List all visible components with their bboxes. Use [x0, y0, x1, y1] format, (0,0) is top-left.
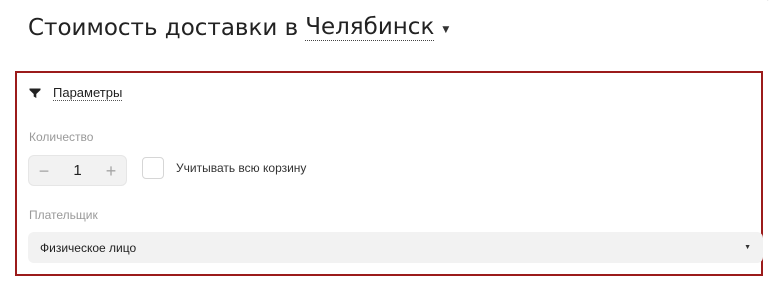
quantity-label: Количество: [29, 130, 94, 144]
whole-cart-option[interactable]: Учитывать всю корзину: [142, 157, 306, 179]
payer-selected-value: Физическое лицо: [40, 240, 137, 255]
quantity-value[interactable]: 1: [73, 162, 81, 179]
whole-cart-checkbox[interactable]: [142, 157, 164, 179]
parameters-panel: Параметры Количество − 1 + Учитывать всю…: [15, 71, 763, 276]
increment-button[interactable]: +: [104, 162, 118, 180]
delivery-cost-widget: ′ Стоимость доставки в Челябинск ▼ Парам…: [0, 0, 769, 306]
payer-label: Плательщик: [29, 208, 98, 222]
parameters-toggle[interactable]: Параметры: [29, 85, 123, 101]
decrement-button[interactable]: −: [37, 162, 51, 180]
caret-down-icon[interactable]: ▼: [442, 25, 449, 35]
page-title-text: Стоимость доставки в: [28, 14, 299, 41]
city-selector[interactable]: Челябинск: [305, 14, 435, 41]
filter-icon: [29, 88, 41, 98]
whole-cart-label[interactable]: Учитывать всю корзину: [176, 161, 306, 175]
parameters-label: Параметры: [53, 85, 123, 101]
page-title: Стоимость доставки в Челябинск ▼: [28, 14, 449, 41]
quantity-stepper: − 1 +: [28, 155, 127, 186]
payer-select[interactable]: Физическое лицо ▼: [28, 232, 763, 263]
chevron-down-icon: ▼: [744, 244, 751, 251]
